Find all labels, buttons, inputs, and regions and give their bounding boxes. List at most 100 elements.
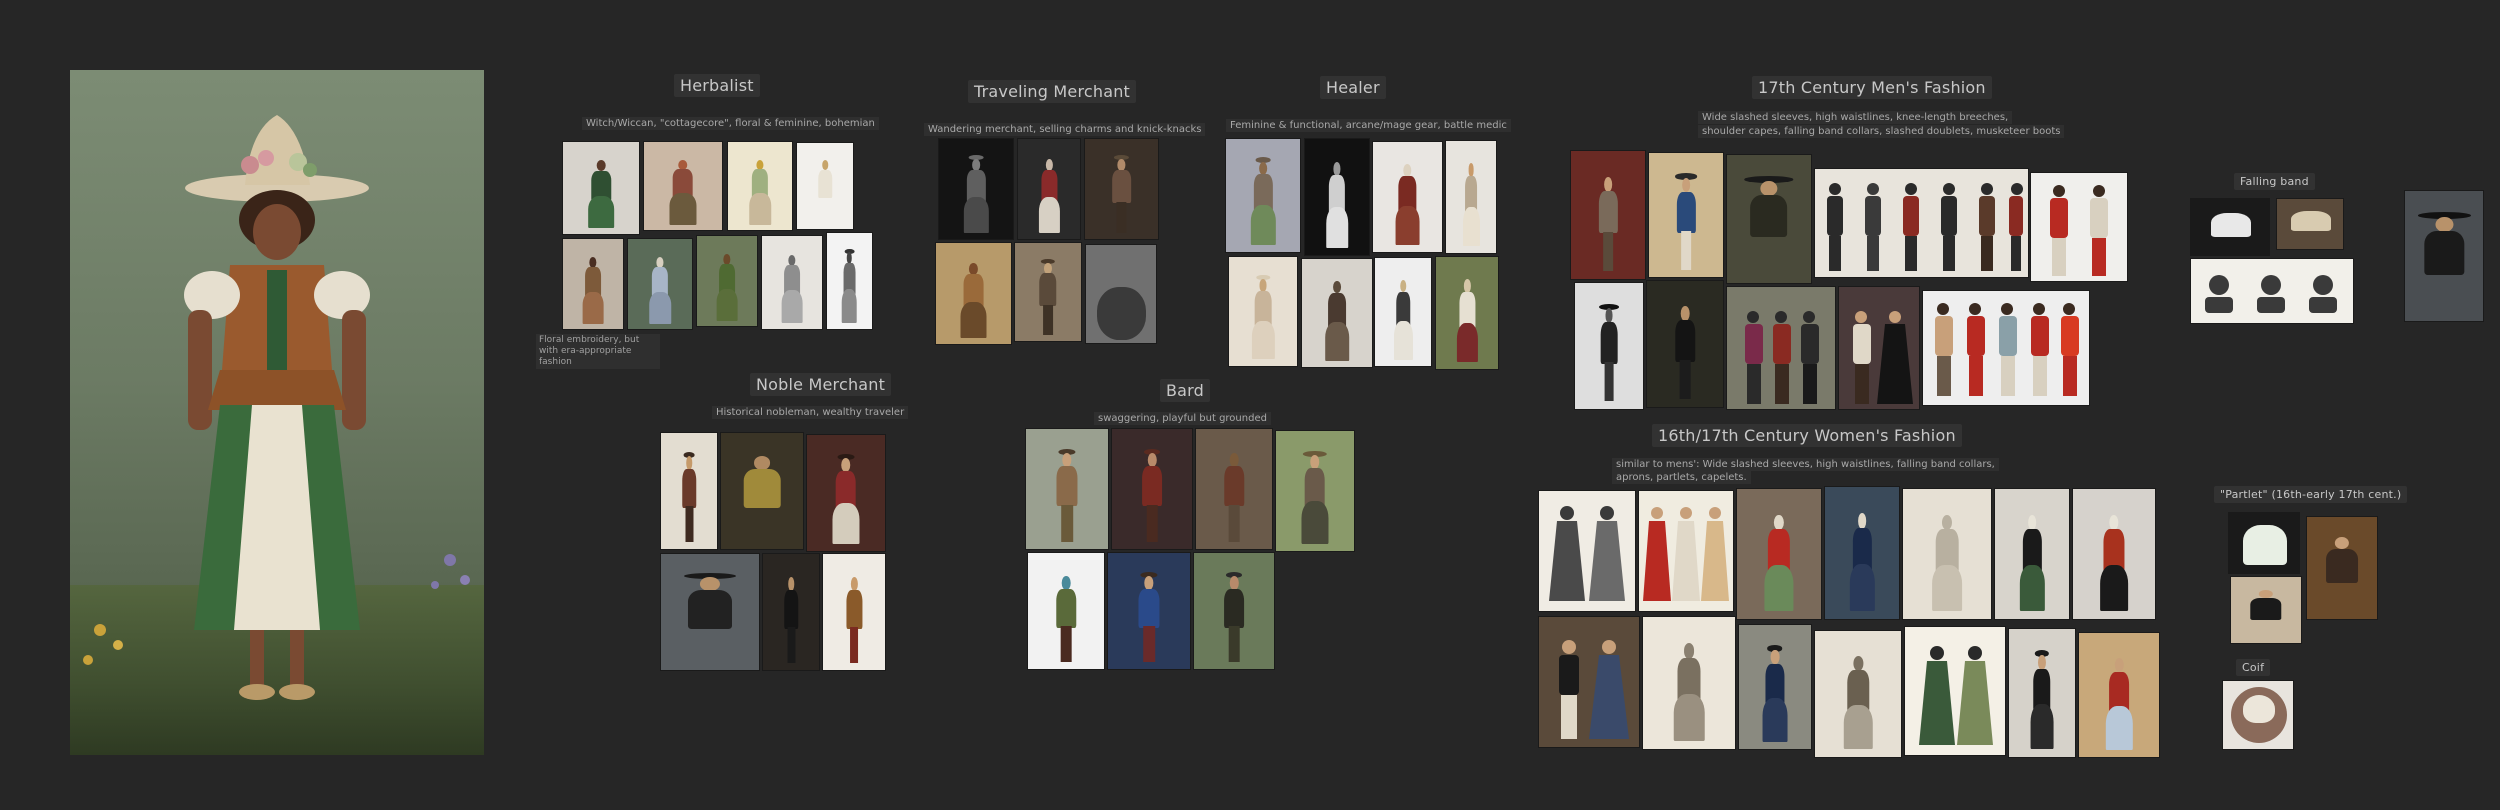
mens-fashion-image-8[interactable] — [1726, 286, 1836, 410]
coif-image-1[interactable] — [2222, 680, 2294, 750]
womens-fashion-image-2[interactable] — [1638, 490, 1734, 612]
womens-fashion-image-1[interactable] — [1538, 490, 1636, 612]
section-subtitle-herbalist: Witch/Wiccan, "cottagecore", floral & fe… — [582, 117, 879, 130]
partlet-image-3[interactable] — [2230, 576, 2302, 644]
healer-image-8[interactable] — [1435, 256, 1499, 370]
section-title-bard: Bard — [1160, 379, 1211, 402]
womens-fashion-image-8[interactable] — [1538, 616, 1640, 748]
mens-fashion-image-5[interactable] — [2030, 172, 2128, 282]
section-title-coif: Coif — [2236, 659, 2271, 676]
healer-image-1[interactable] — [1225, 138, 1301, 253]
healer-image-7[interactable] — [1374, 257, 1432, 367]
womens-fashion-image-9[interactable] — [1642, 616, 1736, 750]
healer-image-6[interactable] — [1301, 258, 1373, 368]
herbalist-image-1[interactable] — [562, 141, 640, 235]
womens-fashion-image-6[interactable] — [1994, 488, 2070, 620]
section-title-mens-fashion: 17th Century Men's Fashion — [1752, 76, 1992, 99]
collar-sketches — [2205, 275, 2337, 313]
herbalist-image-2[interactable] — [643, 141, 723, 231]
herbalist-image-9[interactable] — [826, 232, 873, 330]
hero-character-illustration[interactable] — [70, 70, 484, 755]
couple-figures-2 — [1559, 640, 1629, 739]
mens-fashion-image-2[interactable] — [1648, 152, 1724, 278]
moodboard-canvas[interactable]: Herbalist Witch/Wiccan, "cottagecore", f… — [0, 0, 2500, 810]
healer-image-4[interactable] — [1445, 140, 1497, 254]
couple-figures — [1853, 311, 1913, 404]
falling-band-image-3[interactable] — [2190, 258, 2354, 324]
womens-fashion-image-3[interactable] — [1736, 488, 1822, 620]
women-figures-pair-1 — [1549, 506, 1625, 601]
women-figures-trio — [1643, 507, 1729, 601]
mens-fashion-image-7[interactable] — [1646, 280, 1724, 408]
herbalist-image-5[interactable] — [562, 238, 624, 330]
womens-fashion-image-11[interactable] — [1814, 630, 1902, 758]
noble-merchant-image-4[interactable] — [660, 553, 760, 671]
herbalist-image-3[interactable] — [727, 141, 793, 231]
traveling-merchant-image-2[interactable] — [1017, 138, 1081, 240]
bard-image-4[interactable] — [1275, 430, 1355, 552]
men-figures-row — [1827, 183, 2023, 271]
section-subtitle-noble-merchant: Historical nobleman, wealthy traveler — [712, 406, 909, 419]
womens-fashion-image-14[interactable] — [2078, 632, 2160, 758]
womens-fashion-image-13[interactable] — [2008, 628, 2076, 758]
bard-image-1[interactable] — [1025, 428, 1109, 550]
herbalist-character-art — [83, 115, 470, 700]
womens-fashion-image-4[interactable] — [1824, 486, 1900, 620]
falling-band-image-2[interactable] — [2276, 198, 2344, 250]
section-title-partlet: "Partlet" (16th-early 17th cent.) — [2214, 486, 2408, 503]
herbalist-note: Floral embroidery, but with era-appropri… — [536, 334, 660, 369]
bard-image-7[interactable] — [1193, 552, 1275, 670]
falling-band-image-1[interactable] — [2190, 198, 2270, 256]
section-title-noble-merchant: Noble Merchant — [750, 373, 892, 396]
men-figures-courtyard — [1745, 311, 1819, 404]
section-subtitle-mens-fashion-line2: shoulder capes, falling band collars, sl… — [1698, 125, 2065, 138]
healer-image-3[interactable] — [1372, 141, 1443, 253]
section-subtitle-womens-fashion-line2: aprons, partlets, capelets. — [1612, 471, 1751, 484]
herbalist-image-7[interactable] — [696, 235, 758, 327]
mens-fashion-image-9[interactable] — [1838, 286, 1920, 410]
herbalist-image-8[interactable] — [761, 235, 823, 330]
herbalist-image-6[interactable] — [627, 238, 693, 330]
men-figures-pair — [2050, 185, 2108, 276]
womens-fashion-image-10[interactable] — [1738, 624, 1812, 750]
mens-fashion-image-1[interactable] — [1570, 150, 1646, 280]
bard-image-6[interactable] — [1107, 552, 1191, 670]
bard-image-2[interactable] — [1111, 428, 1193, 550]
section-title-traveling-merchant: Traveling Merchant — [968, 80, 1137, 103]
bard-image-3[interactable] — [1195, 428, 1273, 550]
section-title-falling-band: Falling band — [2234, 173, 2315, 190]
traveling-merchant-image-1[interactable] — [938, 138, 1014, 240]
mens-fashion-image-4[interactable] — [1814, 168, 2029, 278]
traveling-merchant-image-5[interactable] — [1014, 242, 1082, 342]
men-figures-colored — [1935, 303, 2079, 396]
womens-fashion-image-5[interactable] — [1902, 488, 1992, 620]
mens-fashion-image-6[interactable] — [1574, 282, 1644, 410]
mens-fashion-image-10[interactable] — [1922, 290, 2090, 406]
noble-merchant-image-5[interactable] — [762, 553, 820, 671]
partlet-image-1[interactable] — [2228, 512, 2300, 574]
section-subtitle-traveling-merchant: Wandering merchant, selling charms and k… — [924, 123, 1206, 136]
noble-merchant-image-1[interactable] — [660, 432, 718, 550]
traveling-merchant-image-6[interactable] — [1085, 244, 1157, 344]
womens-fashion-image-7[interactable] — [2072, 488, 2156, 620]
herbalist-image-4[interactable] — [796, 142, 854, 230]
section-title-healer: Healer — [1320, 76, 1386, 99]
healer-image-5[interactable] — [1228, 256, 1298, 367]
traveling-merchant-image-3[interactable] — [1084, 138, 1159, 240]
falling-band-image-4[interactable] — [2404, 190, 2484, 322]
noble-merchant-image-2[interactable] — [720, 432, 804, 550]
noble-merchant-image-6[interactable] — [822, 553, 886, 671]
bard-image-5[interactable] — [1027, 552, 1105, 670]
section-subtitle-healer: Feminine & functional, arcane/mage gear,… — [1226, 119, 1511, 132]
partlet-image-2[interactable] — [2306, 516, 2378, 620]
traveling-merchant-image-4[interactable] — [935, 242, 1012, 345]
mens-fashion-image-3[interactable] — [1726, 154, 1812, 284]
healer-image-2[interactable] — [1304, 138, 1370, 256]
noble-merchant-image-3[interactable] — [806, 434, 886, 552]
section-title-herbalist: Herbalist — [674, 74, 760, 97]
womens-fashion-image-12[interactable] — [1904, 626, 2006, 756]
section-title-womens-fashion: 16th/17th Century Women's Fashion — [1652, 424, 1962, 447]
section-subtitle-womens-fashion-line1: similar to mens': Wide slashed sleeves, … — [1612, 458, 1999, 471]
section-subtitle-bard: swaggering, playful but grounded — [1094, 412, 1271, 425]
section-subtitle-mens-fashion-line1: Wide slashed sleeves, high waistlines, k… — [1698, 111, 2013, 124]
